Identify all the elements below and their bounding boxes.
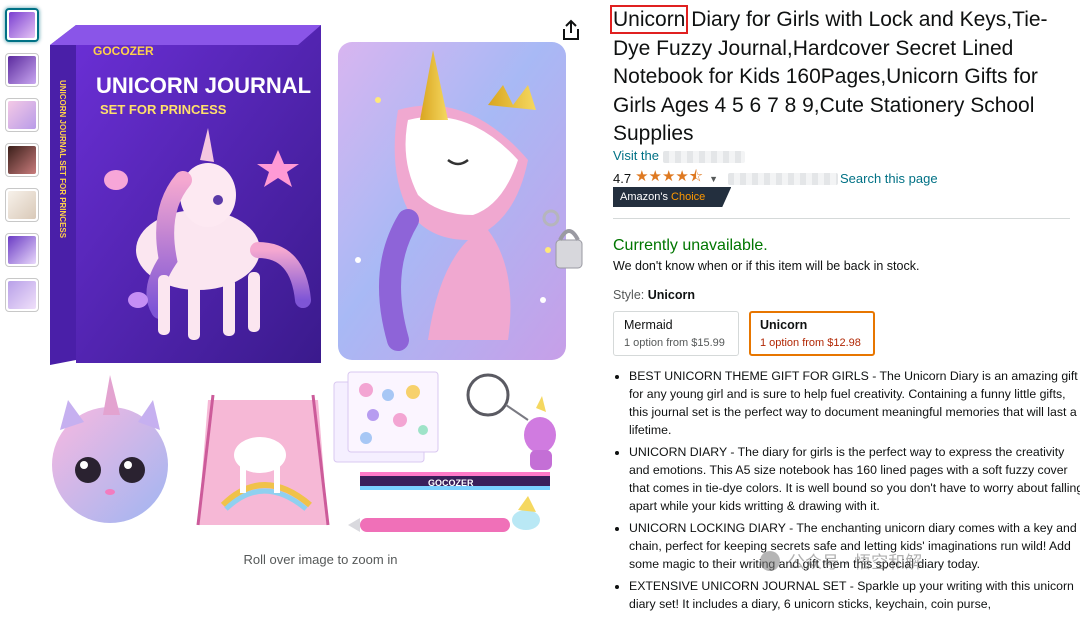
- redacted-ratings-count: [728, 172, 838, 185]
- multicolor-pen: [348, 496, 540, 532]
- thumbnail-2[interactable]: [5, 53, 39, 87]
- fuzzy-diary: [338, 42, 583, 360]
- search-page-link[interactable]: Search this page: [840, 171, 938, 186]
- chevron-down-icon[interactable]: ▼: [709, 174, 718, 184]
- zoom-hint: Roll over image to zoom in: [243, 552, 398, 567]
- availability-status: Currently unavailable.: [613, 237, 768, 254]
- thumbnail-image: [8, 146, 36, 174]
- thumbnail-3[interactable]: [5, 98, 39, 132]
- thumbnail-image: [8, 101, 36, 129]
- style-option-unicorn[interactable]: Unicorn 1 option from $12.98: [749, 311, 875, 356]
- feature-bullet: UNICORN LOCKING DIARY - The enchanting u…: [629, 519, 1080, 573]
- box-title: UNICORN JOURNAL: [96, 73, 311, 98]
- style-selected: Unicorn: [647, 288, 695, 302]
- journal-box: GOCOZER UNICORN JOURNAL SET FOR PRINCESS…: [50, 25, 321, 365]
- share-icon[interactable]: [560, 18, 582, 42]
- thumbnail-7[interactable]: [5, 278, 39, 312]
- thumbnail-image: [9, 12, 35, 38]
- feature-bullets: BEST UNICORN THEME GIFT FOR GIRLS - The …: [613, 367, 1080, 617]
- feature-bullet: UNICORN DIARY - The diary for girls is t…: [629, 443, 1080, 515]
- redacted-store-name: [662, 150, 745, 163]
- option-price: 1 option from $15.99: [624, 337, 725, 349]
- unicorn-keychain: [466, 373, 556, 470]
- thumbnail-image: [8, 56, 36, 84]
- thumbnail-4[interactable]: [5, 143, 39, 177]
- thumbnail-image: [8, 281, 36, 309]
- thumbnail-5[interactable]: [5, 188, 39, 222]
- thumbnail-image: [8, 236, 36, 264]
- box-subtitle: SET FOR PRINCESS: [100, 102, 227, 117]
- rating-value: 4.7: [613, 171, 632, 186]
- box-brand: GOCOZER: [93, 44, 154, 58]
- style-label-text: Style:: [613, 288, 648, 302]
- bracelet-text: GOCOZER: [428, 478, 474, 488]
- badge-prefix: Amazon's: [620, 191, 672, 203]
- badge-choice: Choice: [671, 191, 706, 203]
- unicorn-stickers: [333, 371, 439, 463]
- amazons-choice-badge[interactable]: Amazon's Choice: [613, 187, 731, 207]
- feature-bullet: BEST UNICORN THEME GIFT FOR GIRLS - The …: [629, 367, 1080, 439]
- thumbnail-strip: [5, 8, 45, 323]
- plush-coin-purse: [52, 375, 168, 523]
- visit-store-link[interactable]: Visit the: [613, 148, 745, 163]
- drawstring-bag: [196, 394, 330, 526]
- product-title: Unicorn Diary for Girls with Lock and Ke…: [609, 5, 1073, 149]
- style-option-mermaid[interactable]: Mermaid 1 option from $15.99: [613, 311, 739, 356]
- title-highlight: Unicorn: [609, 5, 689, 34]
- style-label: Style: Unicorn: [613, 288, 695, 302]
- option-name: Unicorn: [760, 318, 808, 332]
- option-price: 1 option from $12.98: [760, 337, 861, 349]
- option-name: Mermaid: [624, 318, 673, 332]
- feature-bullet: EXTENSIVE UNICORN JOURNAL SET - Sparkle …: [629, 577, 1080, 613]
- thumbnail-1[interactable]: [5, 8, 39, 42]
- thumbnail-image: [8, 191, 36, 219]
- availability-detail: We don't know when or if this item will …: [613, 259, 920, 273]
- thumbnail-6[interactable]: [5, 233, 39, 267]
- divider: [613, 218, 1070, 219]
- box-spine-text: UNICORN JOURNAL SET FOR PRINCESS: [58, 80, 67, 239]
- visit-store-label: Visit the: [613, 148, 660, 163]
- bracelet: GOCOZER: [360, 472, 550, 490]
- main-product-image[interactable]: GOCOZER UNICORN JOURNAL SET FOR PRINCESS…: [48, 10, 588, 540]
